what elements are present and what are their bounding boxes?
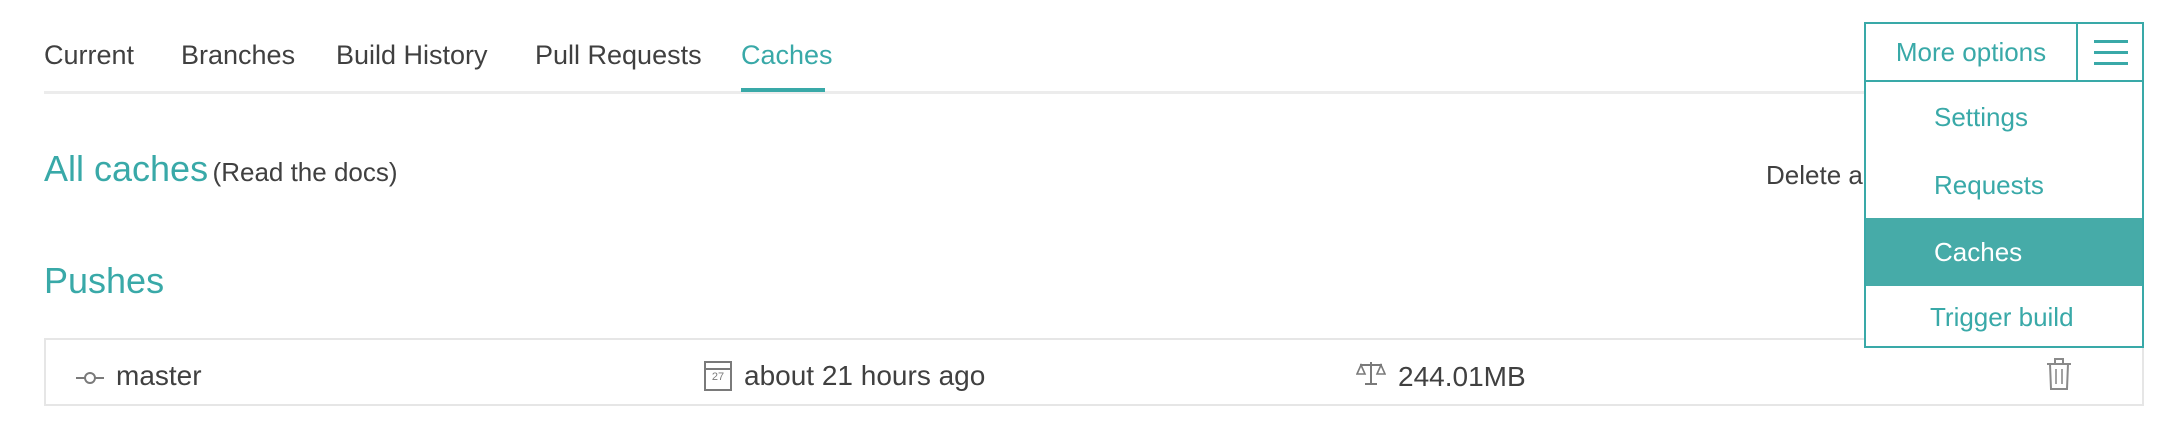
tab-caches[interactable]: Caches (741, 40, 833, 71)
commit-branch-icon (76, 360, 104, 392)
tab-build-history[interactable]: Build History (336, 40, 488, 71)
calendar-icon: 27 (704, 361, 732, 391)
docs-close-paren: ) (388, 157, 398, 187)
cache-size-value: 244.01MB (1398, 360, 1526, 392)
cache-time: about 21 hours ago (744, 360, 986, 391)
tab-current[interactable]: Current (44, 40, 134, 71)
cache-size: 244.01MB (1355, 360, 1526, 393)
tab-pull-requests[interactable]: Pull Requests (535, 40, 702, 71)
tab-branches[interactable]: Branches (181, 40, 295, 71)
read-the-docs-link[interactable]: Read the docs (221, 157, 389, 187)
active-tab-indicator (741, 88, 825, 92)
section-title-pushes: Pushes (44, 260, 165, 301)
cache-branch: master (76, 360, 202, 392)
calendar-day: 27 (711, 371, 725, 383)
all-caches-heading: All caches (Read the docs) (44, 148, 398, 190)
menu-item-trigger-build[interactable]: Trigger build (1866, 286, 2142, 348)
delete-all-button[interactable]: Delete all (1766, 160, 1874, 191)
cache-updated: 27 about 21 hours ago (704, 360, 985, 392)
dropdown-header: More options (1866, 24, 2142, 82)
page-title: All caches (44, 148, 209, 189)
hamburger-icon[interactable] (2076, 24, 2142, 80)
menu-item-caches[interactable]: Caches (1866, 218, 2142, 286)
more-options-dropdown: More options Settings Requests Caches Tr… (1864, 22, 2144, 348)
menu-item-requests[interactable]: Requests (1866, 152, 2142, 218)
cache-row: master 27 about 21 hours ago 244.01MB (44, 338, 2144, 406)
branch-name: master (116, 360, 202, 391)
menu-item-settings[interactable]: Settings (1866, 84, 2142, 150)
more-options-button[interactable]: More options (1866, 24, 2078, 80)
scale-icon (1355, 360, 1387, 393)
docs-open-paren: ( (212, 157, 222, 187)
docs-note: (Read the docs) (213, 157, 398, 187)
trash-icon[interactable] (2046, 358, 2072, 390)
repo-tabs: Current Branches Build History Pull Requ… (44, 0, 2144, 94)
